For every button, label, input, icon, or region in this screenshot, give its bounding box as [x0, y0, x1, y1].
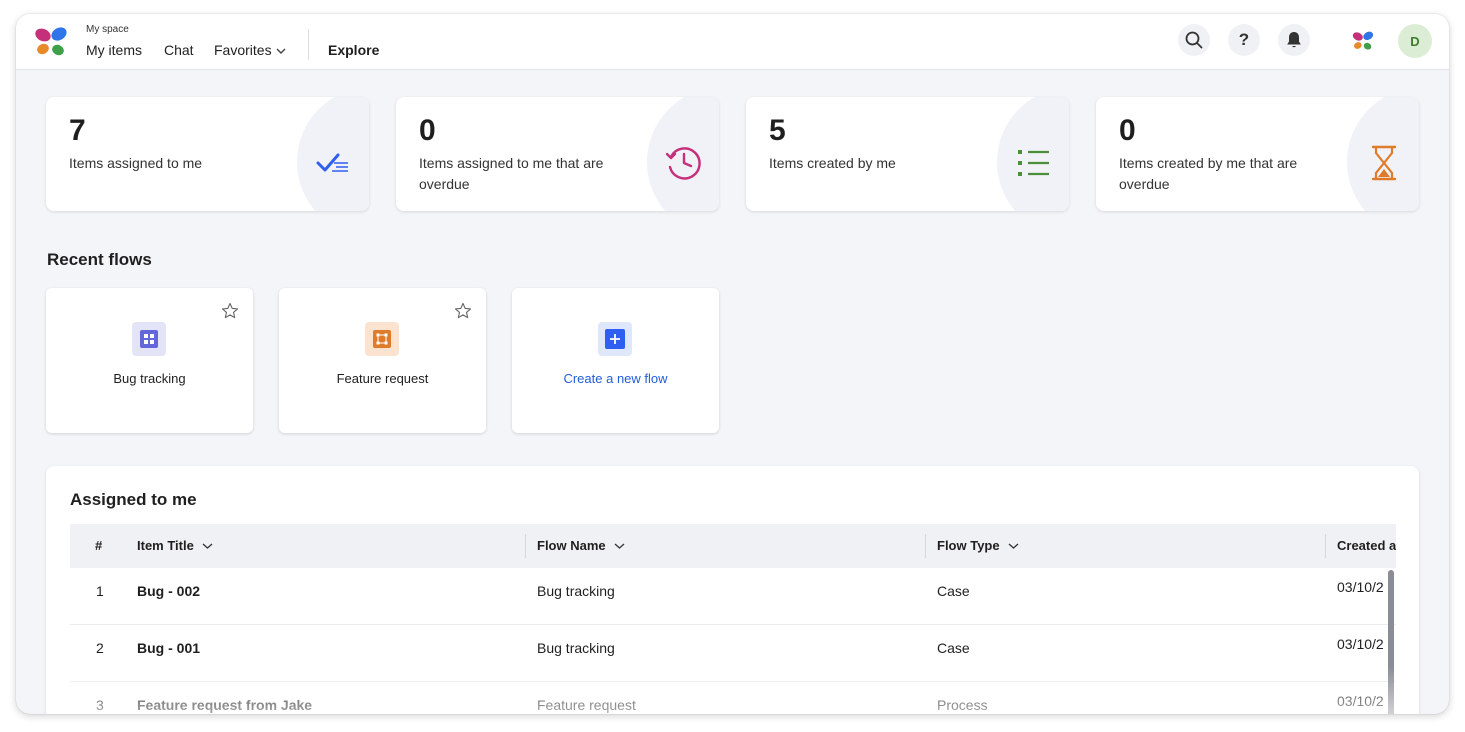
star-icon[interactable] [221, 302, 239, 320]
table-scrollbar[interactable] [1388, 570, 1394, 714]
top-bar: My space My items Chat Favorites Explore… [16, 14, 1449, 70]
item-title[interactable]: Feature request from Jake [137, 697, 312, 713]
chevron-down-icon [1008, 543, 1019, 549]
flow-name: Feature request [537, 697, 636, 713]
assigned-title: Assigned to me [70, 490, 197, 509]
flow-icon-tile [365, 322, 399, 356]
stat-label: Items created by me [769, 155, 896, 171]
notifications-button[interactable] [1278, 24, 1310, 56]
stat-value: 5 [769, 114, 786, 147]
chevron-down-icon [202, 543, 213, 549]
list-icon [1018, 150, 1049, 176]
nav-favorites[interactable]: Favorites [214, 42, 286, 58]
flow-type: Case [937, 583, 970, 599]
stat-value: 0 [1119, 114, 1136, 147]
grid-icon [140, 330, 158, 348]
created-at: 03/10/2 [1337, 693, 1384, 709]
checklist-icon [316, 153, 348, 172]
stat-value: 0 [419, 114, 436, 147]
hourglass-icon [1371, 145, 1397, 181]
column-label: Item Title [137, 538, 194, 553]
nav-my-items[interactable]: My items [86, 42, 142, 58]
nav-chat[interactable]: Chat [164, 42, 194, 58]
flow-type: Case [937, 640, 970, 656]
column-divider[interactable] [925, 534, 926, 558]
nav-explore[interactable]: Explore [328, 42, 379, 58]
star-icon[interactable] [454, 302, 472, 320]
user-avatar[interactable]: D [1398, 24, 1432, 58]
table-row[interactable]: 2 Bug - 001 Bug tracking Case 03/10/2 [70, 625, 1396, 682]
stat-value: 7 [69, 114, 86, 147]
table-row[interactable]: 1 Bug - 002 Bug tracking Case 03/10/2 [70, 568, 1396, 625]
stat-card-assigned-overdue[interactable]: 0 Items assigned to me that are overdue [396, 97, 719, 211]
flow-card-feature-request[interactable]: Feature request [279, 288, 486, 433]
flow-icon-tile [132, 322, 166, 356]
history-clock-icon [665, 147, 701, 180]
column-header-number: # [95, 538, 103, 553]
stat-card-created-overdue[interactable]: 0 Items created by me that are overdue [1096, 97, 1419, 211]
created-at: 03/10/2 [1337, 636, 1384, 652]
nav-divider [308, 29, 309, 60]
column-header-item-title[interactable]: Item Title [137, 538, 213, 553]
stat-label: Items created by me that are overdue [1119, 155, 1298, 192]
flow-name: Bug tracking [537, 640, 615, 656]
stat-label: Items assigned to me [69, 155, 203, 171]
nodes-icon [373, 330, 391, 348]
app-switcher-icon[interactable] [1352, 30, 1374, 52]
column-divider[interactable] [525, 534, 526, 558]
table-row[interactable]: 3 Feature request from Jake Feature requ… [70, 682, 1396, 714]
table-header: # Item Title Flow Name Flow Type Created… [70, 524, 1396, 568]
flow-name: Bug tracking [113, 371, 186, 386]
flow-icon-tile [598, 322, 632, 356]
stat-label: Items assigned to me that are overdue [419, 155, 604, 192]
created-at: 03/10/2 [1337, 579, 1384, 595]
help-button[interactable]: ? [1228, 24, 1260, 56]
row-number: 2 [96, 640, 104, 656]
bell-icon [1287, 32, 1301, 48]
search-button[interactable] [1178, 24, 1210, 56]
column-header-created-at[interactable]: Created a [1337, 538, 1396, 553]
recent-flows-title: Recent flows [47, 250, 152, 269]
column-divider[interactable] [1325, 534, 1326, 558]
chevron-down-icon [614, 543, 625, 549]
chevron-down-icon [276, 48, 286, 54]
plus-icon [605, 329, 625, 349]
app-logo-icon[interactable] [34, 26, 68, 58]
column-label: Flow Name [537, 538, 606, 553]
column-header-flow-type[interactable]: Flow Type [937, 538, 1019, 553]
stat-card-created[interactable]: 5 Items created by me [746, 97, 1069, 211]
column-header-flow-name[interactable]: Flow Name [537, 538, 625, 553]
column-label: Flow Type [937, 538, 1000, 553]
create-flow-link[interactable]: Create a new flow [512, 371, 719, 386]
assigned-panel: Assigned to me # Item Title Flow Name Fl… [46, 466, 1419, 714]
item-title[interactable]: Bug - 001 [137, 640, 200, 656]
flow-name: Feature request [336, 371, 429, 386]
item-title[interactable]: Bug - 002 [137, 583, 200, 599]
flow-name: Bug tracking [537, 583, 615, 599]
nav-favorites-label: Favorites [214, 42, 272, 58]
my-space-caption: My space [86, 24, 129, 35]
stat-card-assigned[interactable]: 7 Items assigned to me [46, 97, 369, 211]
help-icon: ? [1238, 30, 1250, 49]
app-window: My space My items Chat Favorites Explore… [16, 14, 1449, 714]
flow-type: Process [937, 697, 988, 713]
row-number: 1 [96, 583, 104, 599]
table-clip-edge [1396, 524, 1419, 714]
flow-card-bug-tracking[interactable]: Bug tracking [46, 288, 253, 433]
create-new-flow-card[interactable]: Create a new flow [512, 288, 719, 433]
row-number: 3 [96, 697, 104, 713]
search-icon [1185, 31, 1203, 49]
